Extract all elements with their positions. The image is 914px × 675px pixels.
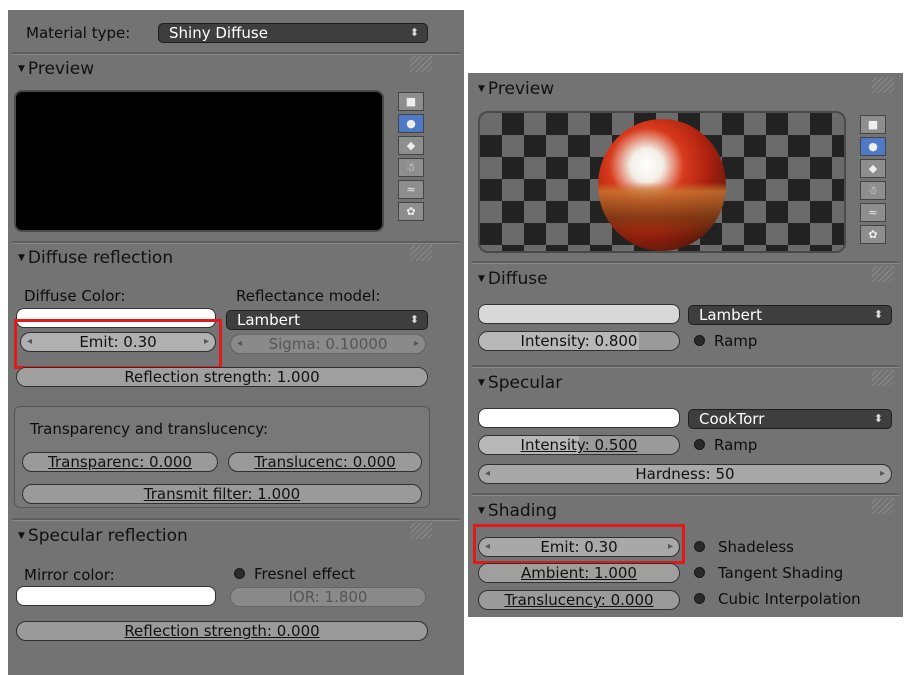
panel-grip-icon[interactable]: [410, 56, 432, 72]
flat-plane-icon[interactable]: ■: [398, 92, 424, 111]
expand-triangle-icon: ▼: [478, 378, 485, 388]
expand-triangle-icon: ▼: [478, 506, 485, 516]
panel-grip-icon[interactable]: [410, 245, 432, 261]
material-type-dropdown[interactable]: Shiny Diffuse ⬍: [158, 23, 428, 43]
transmit-filter-slider[interactable]: Transmit filter: 1.000: [22, 484, 422, 504]
sphere-icon[interactable]: ●: [860, 137, 886, 156]
cubic-interpolation-checkbox[interactable]: [694, 593, 705, 604]
tangent-shading-checkbox[interactable]: [694, 567, 705, 578]
preview-header[interactable]: ▼ Preview: [478, 79, 554, 99]
panel-grip-icon[interactable]: [872, 77, 894, 93]
diffuse-shader-dropdown[interactable]: Lambert ⬍: [688, 305, 892, 325]
ambient-slider[interactable]: Ambient: 1.000: [478, 563, 680, 583]
diffuse-intensity-slider[interactable]: Intensity: 0.800: [478, 331, 680, 351]
diffuse-color-label: Diffuse Color:: [24, 287, 126, 305]
panel-grip-icon[interactable]: [872, 370, 894, 386]
panel-grip-icon[interactable]: [410, 523, 432, 539]
cube-icon[interactable]: ◆: [398, 136, 424, 155]
shading-header[interactable]: ▼ Shading: [478, 501, 557, 521]
sigma-field[interactable]: ◂ Sigma: 0.10000 ▸: [230, 334, 426, 354]
reflectance-model-label: Reflectance model:: [236, 287, 381, 305]
specular-reflection-strength-slider[interactable]: Reflection strength: 0.000: [16, 621, 428, 641]
preview-tool-column: ■ ● ◆ ☃ ≈ ✿: [860, 115, 886, 255]
updown-icon: ⬍: [409, 26, 419, 39]
left-material-panel: Material type: Shiny Diffuse ⬍ ▼ Preview …: [8, 10, 464, 675]
transparency-slider[interactable]: Transparenc: 0.000: [22, 452, 218, 472]
increment-arrow-icon[interactable]: ▸: [414, 335, 419, 353]
ior-field[interactable]: IOR: 1.800: [230, 587, 426, 607]
diffuse-ramp-checkbox[interactable]: [694, 335, 705, 346]
mirror-color-swatch[interactable]: [16, 586, 216, 606]
sphere-monkey-icon[interactable]: ✿: [860, 225, 886, 244]
specular-reflection-header[interactable]: ▼ Specular reflection: [18, 526, 188, 546]
material-type-value: Shiny Diffuse: [169, 24, 268, 42]
specular-header[interactable]: ▼ Specular: [478, 373, 562, 393]
diffuse-color-swatch[interactable]: [478, 304, 680, 324]
fresnel-checkbox[interactable]: [234, 568, 245, 579]
diffuse-ramp-label: Ramp: [714, 332, 758, 350]
material-type-label: Material type:: [26, 24, 131, 42]
monkey-icon[interactable]: ☃: [860, 181, 886, 200]
shadeless-label: Shadeless: [718, 538, 794, 556]
specular-ramp-checkbox[interactable]: [694, 439, 705, 450]
material-preview-area: [14, 90, 384, 232]
expand-triangle-icon: ▼: [478, 274, 485, 284]
hardness-field[interactable]: ◂ Hardness: 50 ▸: [478, 464, 892, 484]
reflectance-model-dropdown[interactable]: Lambert ⬍: [226, 310, 428, 330]
expand-triangle-icon: ▼: [478, 84, 485, 94]
expand-triangle-icon: ▼: [18, 64, 25, 74]
decrement-arrow-icon[interactable]: ◂: [237, 335, 242, 353]
flat-plane-icon[interactable]: ■: [860, 115, 886, 134]
sphere-monkey-icon[interactable]: ✿: [398, 202, 424, 221]
diffuse-reflection-strength-slider[interactable]: Reflection strength: 1.000: [16, 367, 428, 387]
fresnel-label: Fresnel effect: [254, 565, 356, 583]
cubic-interpolation-label: Cubic Interpolation: [718, 590, 861, 608]
material-preview-render: [478, 111, 846, 253]
diffuse-shader-value: Lambert: [699, 306, 762, 324]
updown-icon: ⬍: [873, 308, 883, 321]
emit-highlight-box: [473, 524, 685, 564]
reflectance-model-value: Lambert: [237, 311, 300, 329]
preview-tool-column: ■ ● ◆ ☃ ≈ ✿: [398, 92, 424, 232]
specular-ramp-label: Ramp: [714, 436, 758, 454]
panel-grip-icon[interactable]: [872, 498, 894, 514]
panel-grip-icon[interactable]: [872, 266, 894, 282]
expand-triangle-icon: ▼: [18, 531, 25, 541]
preview-header[interactable]: ▼ Preview: [18, 59, 94, 79]
monkey-icon[interactable]: ☃: [398, 158, 424, 177]
cube-icon[interactable]: ◆: [860, 159, 886, 178]
expand-triangle-icon: ▼: [18, 253, 25, 263]
mirror-color-label: Mirror color:: [24, 566, 115, 584]
diffuse-header[interactable]: ▼ Diffuse: [478, 269, 548, 289]
translucency-slider[interactable]: Translucency: 0.000: [478, 590, 680, 610]
translucency-slider[interactable]: Translucenc: 0.000: [228, 452, 422, 472]
updown-icon: ⬍: [873, 412, 883, 425]
increment-arrow-icon[interactable]: ▸: [880, 465, 885, 483]
specular-color-swatch[interactable]: [478, 408, 680, 428]
tangent-shading-label: Tangent Shading: [718, 564, 844, 582]
updown-icon: ⬍: [409, 313, 419, 326]
decrement-arrow-icon[interactable]: ◂: [485, 465, 490, 483]
shadeless-checkbox[interactable]: [694, 541, 705, 552]
specular-intensity-slider[interactable]: Intensity: 0.500: [478, 435, 680, 455]
diffuse-reflection-header[interactable]: ▼ Diffuse reflection: [18, 248, 173, 268]
sphere-icon[interactable]: ●: [398, 114, 424, 133]
hair-icon[interactable]: ≈: [398, 180, 424, 199]
specular-shader-value: CookTorr: [699, 410, 765, 428]
right-material-panel: ▼ Preview ■ ● ◆ ☃ ≈ ✿ ▼ Diffuse Lambert ⬍ …: [468, 73, 903, 617]
emit-highlight-box: [14, 319, 222, 369]
hair-icon[interactable]: ≈: [860, 203, 886, 222]
specular-shader-dropdown[interactable]: CookTorr ⬍: [688, 409, 892, 429]
transparency-group-label: Transparency and translucency:: [30, 420, 269, 438]
